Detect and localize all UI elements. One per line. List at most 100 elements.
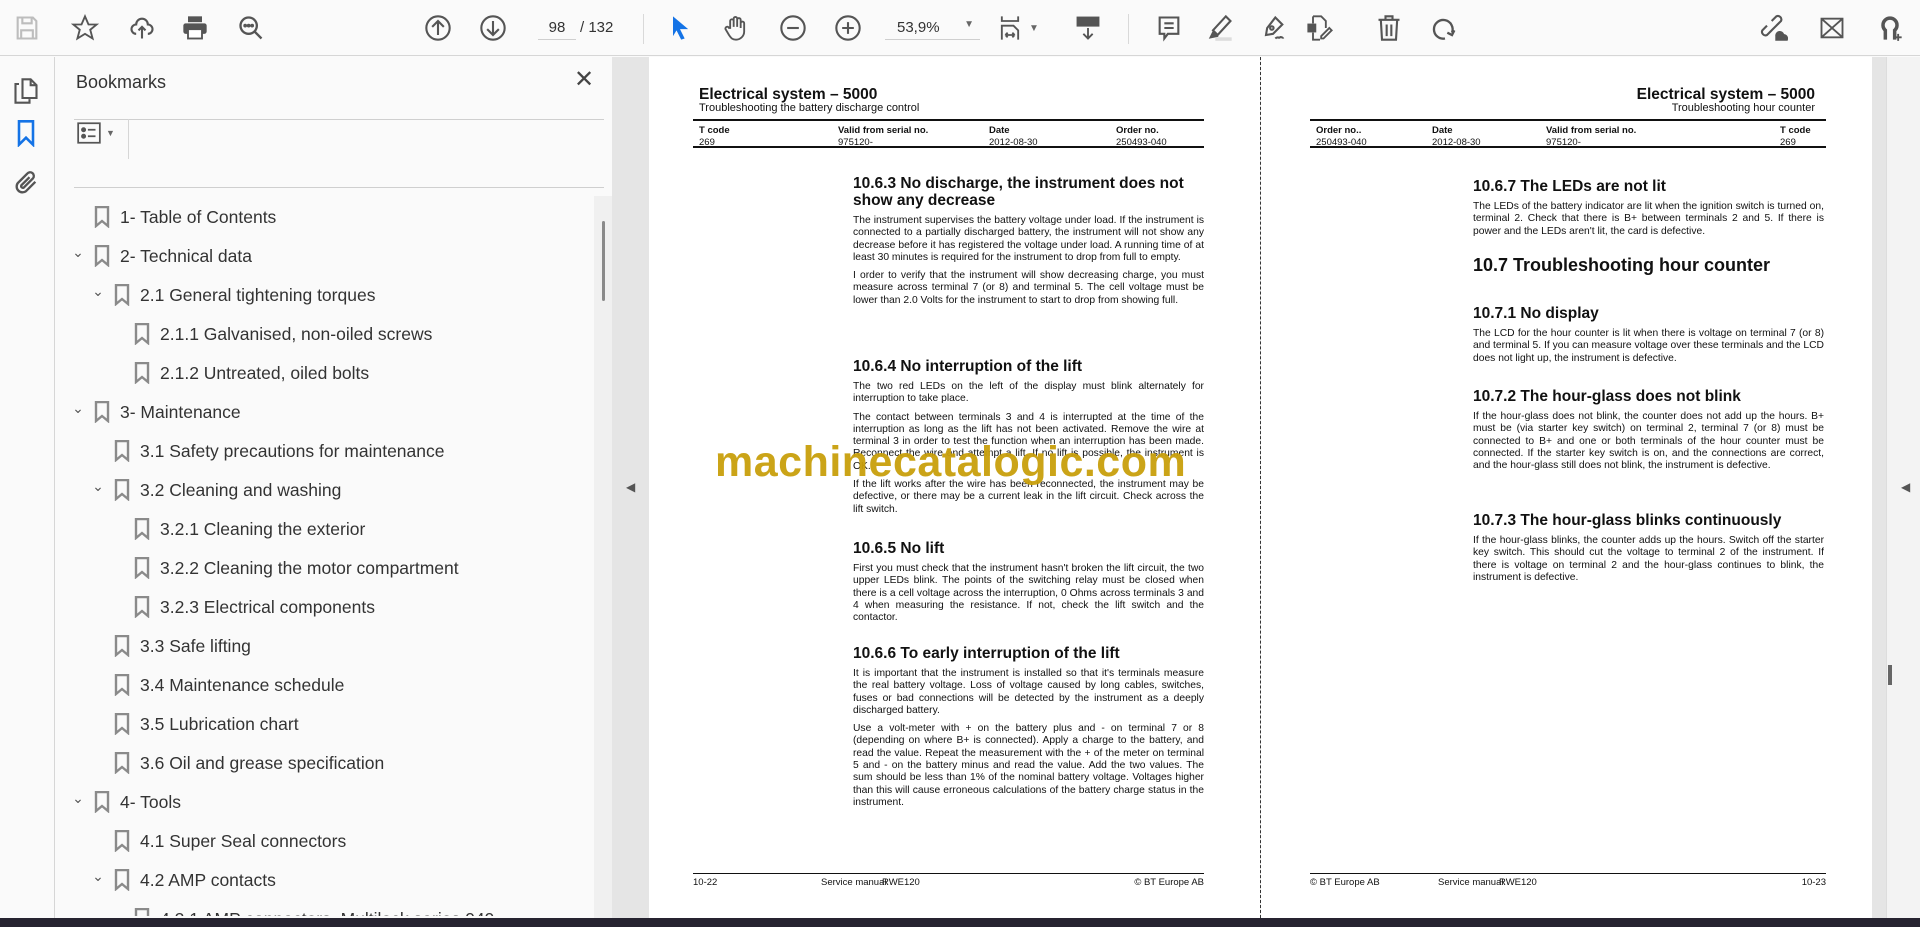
- bookmarks-icon[interactable]: [10, 117, 42, 149]
- save-icon[interactable]: [11, 12, 43, 44]
- delete-icon[interactable]: [1373, 12, 1405, 44]
- bookmark-item[interactable]: ⌄ 2- Technical data: [68, 239, 252, 273]
- upload-cloud-icon[interactable]: [126, 12, 158, 44]
- bookmark-item[interactable]: 3.6 Oil and grease specification: [88, 746, 384, 780]
- email-icon[interactable]: [1816, 12, 1848, 44]
- section: 10.7 Troubleshooting hour counter: [1473, 255, 1824, 275]
- add-user-icon[interactable]: [1874, 12, 1906, 44]
- section-heading: 10.6.5 No lift: [853, 540, 945, 557]
- bookmark-item[interactable]: 3.2.2 Cleaning the motor compartment: [108, 551, 459, 585]
- chevron-down-icon[interactable]: ⌄: [88, 868, 108, 885]
- bookmark-item[interactable]: 3.4 Maintenance schedule: [88, 668, 344, 702]
- chevron-down-icon[interactable]: ⌄: [88, 478, 108, 495]
- table-header: Date: [1432, 125, 1453, 136]
- section-paragraph: The instrument supervises the battery vo…: [853, 215, 1204, 263]
- hand-tool-icon[interactable]: [720, 12, 752, 44]
- bookmark-item[interactable]: 3.1 Safety precautions for maintenance: [88, 434, 445, 468]
- chevron-down-icon[interactable]: ⌄: [68, 244, 88, 261]
- page-number-input[interactable]: [538, 16, 576, 40]
- bookmark-label: 3.1 Safety precautions for maintenance: [140, 440, 445, 461]
- list-options-icon: [77, 122, 101, 144]
- bookmark-icon: [114, 868, 130, 892]
- bookmark-item[interactable]: 3.5 Lubrication chart: [88, 707, 299, 741]
- bookmark-scrollbar[interactable]: [594, 196, 614, 918]
- header-rule: [693, 119, 1204, 121]
- draw-sign-icon[interactable]: [1257, 12, 1289, 44]
- share-link-icon[interactable]: [1758, 12, 1790, 44]
- bookmark-list: 1- Table of Contents ⌄ 2- Technical data ⌄ 2…: [56, 196, 592, 916]
- search-icon[interactable]: [235, 12, 267, 44]
- table-header: Order no..: [1316, 125, 1362, 136]
- previous-page-icon[interactable]: [422, 12, 454, 44]
- bookmark-label: 3.2.2 Cleaning the motor compartment: [160, 557, 459, 578]
- zoom-level-dropdown[interactable]: 53,9% ▼: [885, 16, 980, 40]
- bookmark-item[interactable]: ⌄ 4.2 AMP contacts: [88, 863, 276, 897]
- section-paragraph: First you must check that the instrument…: [853, 563, 1204, 624]
- fit-dropdown-icon[interactable]: ▼: [1026, 12, 1042, 44]
- bookmark-item[interactable]: 3.2.3 Electrical components: [108, 590, 375, 624]
- bookmark-label: 2.1 General tightening torques: [140, 284, 376, 305]
- bookmark-item[interactable]: ⌄ 4- Tools: [68, 785, 181, 819]
- document-scrollbar[interactable]: ◀: [1886, 57, 1920, 918]
- bookmark-options-button[interactable]: ▼: [76, 119, 118, 147]
- bookmark-label: 2- Technical data: [120, 245, 252, 266]
- bookmark-icon: [114, 751, 130, 775]
- star-icon[interactable]: [69, 12, 101, 44]
- section-heading: 10.7.1 No display: [1473, 305, 1599, 322]
- close-icon[interactable]: ✕: [574, 68, 594, 92]
- bookmarks-panel: Bookmarks ✕ ▼ 1- Table of Contents ⌄ 2- Te…: [56, 57, 614, 918]
- bookmark-icon: [114, 283, 130, 307]
- chevron-down-icon[interactable]: ⌄: [68, 790, 88, 807]
- bookmark-item[interactable]: 3.2.1 Cleaning the exterior: [108, 512, 365, 546]
- footer-rule: [693, 873, 1204, 874]
- section-paragraph: The two red LEDs on the left of the disp…: [853, 381, 1204, 405]
- bookmark-item[interactable]: 2.1.2 Untreated, oiled bolts: [108, 356, 369, 390]
- attachments-icon[interactable]: [10, 167, 42, 199]
- highlight-icon[interactable]: [1204, 12, 1236, 44]
- bookmark-item[interactable]: 3.3 Safe lifting: [88, 629, 251, 663]
- scrollbar-thumb[interactable]: [1888, 665, 1892, 685]
- chevron-down-icon[interactable]: ⌄: [88, 283, 108, 300]
- edit-pdf-icon[interactable]: [1304, 12, 1336, 44]
- divider: [74, 187, 604, 188]
- toolbar-divider: [1128, 14, 1129, 44]
- table-header: Date: [989, 125, 1010, 136]
- table-header: Valid from serial no.: [1546, 125, 1637, 136]
- next-page-icon[interactable]: [477, 12, 509, 44]
- section: 10.7.1 No display The LCD for the hour co…: [1473, 305, 1824, 371]
- section-paragraph: Use a volt-meter with + on the battery p…: [853, 723, 1204, 808]
- bookmark-item[interactable]: 4.2.1 AMP connectors, Multilock series 0…: [108, 902, 494, 916]
- bookmark-icon: [94, 400, 110, 424]
- bookmark-icon: [134, 322, 150, 346]
- bookmark-item[interactable]: ⌄ 3.2 Cleaning and washing: [88, 473, 341, 507]
- bookmark-item[interactable]: ⌄ 3- Maintenance: [68, 395, 241, 429]
- bookmark-item[interactable]: 4.1 Super Seal connectors: [88, 824, 346, 858]
- bookmark-icon: [134, 556, 150, 580]
- comment-icon[interactable]: [1153, 12, 1185, 44]
- bookmark-item[interactable]: ⌄ 2.1 General tightening torques: [88, 278, 375, 312]
- bookmark-label: 3.2.3 Electrical components: [160, 596, 375, 617]
- page-thumbnails-icon[interactable]: [10, 75, 42, 107]
- print-icon[interactable]: [179, 12, 211, 44]
- section-heading: 10.7.2 The hour-glass does not blink: [1473, 388, 1741, 405]
- chevron-down-icon[interactable]: ⌄: [68, 400, 88, 417]
- bookmark-item[interactable]: 1- Table of Contents: [68, 200, 276, 234]
- scroll-mode-icon[interactable]: [1072, 12, 1104, 44]
- footer-copyright: © BT Europe AB: [1310, 877, 1380, 888]
- bookmark-icon: [114, 439, 130, 463]
- chevron-down-icon: ▼: [106, 128, 115, 138]
- zoom-out-icon[interactable]: [777, 12, 809, 44]
- scrollbar-thumb[interactable]: [602, 221, 605, 301]
- bookmark-item[interactable]: 2.1.1 Galvanised, non-oiled screws: [108, 317, 432, 351]
- bookmark-label: 3.3 Safe lifting: [140, 635, 251, 656]
- section: 10.7.3 The hour-glass blinks continuousl…: [1473, 512, 1824, 590]
- rotate-icon[interactable]: [1429, 12, 1461, 44]
- fit-page-icon[interactable]: [994, 12, 1026, 44]
- footer-model: RWE120: [1499, 877, 1537, 888]
- zoom-in-icon[interactable]: [832, 12, 864, 44]
- section: 10.6.3 No discharge, the instrument does…: [853, 175, 1204, 313]
- section: 10.6.5 No lift First you must check that …: [853, 540, 1204, 630]
- select-cursor-icon[interactable]: [664, 12, 696, 44]
- expand-right-panel-icon[interactable]: ◀: [1901, 480, 1910, 494]
- collapse-left-panel-icon[interactable]: ◀: [626, 480, 635, 494]
